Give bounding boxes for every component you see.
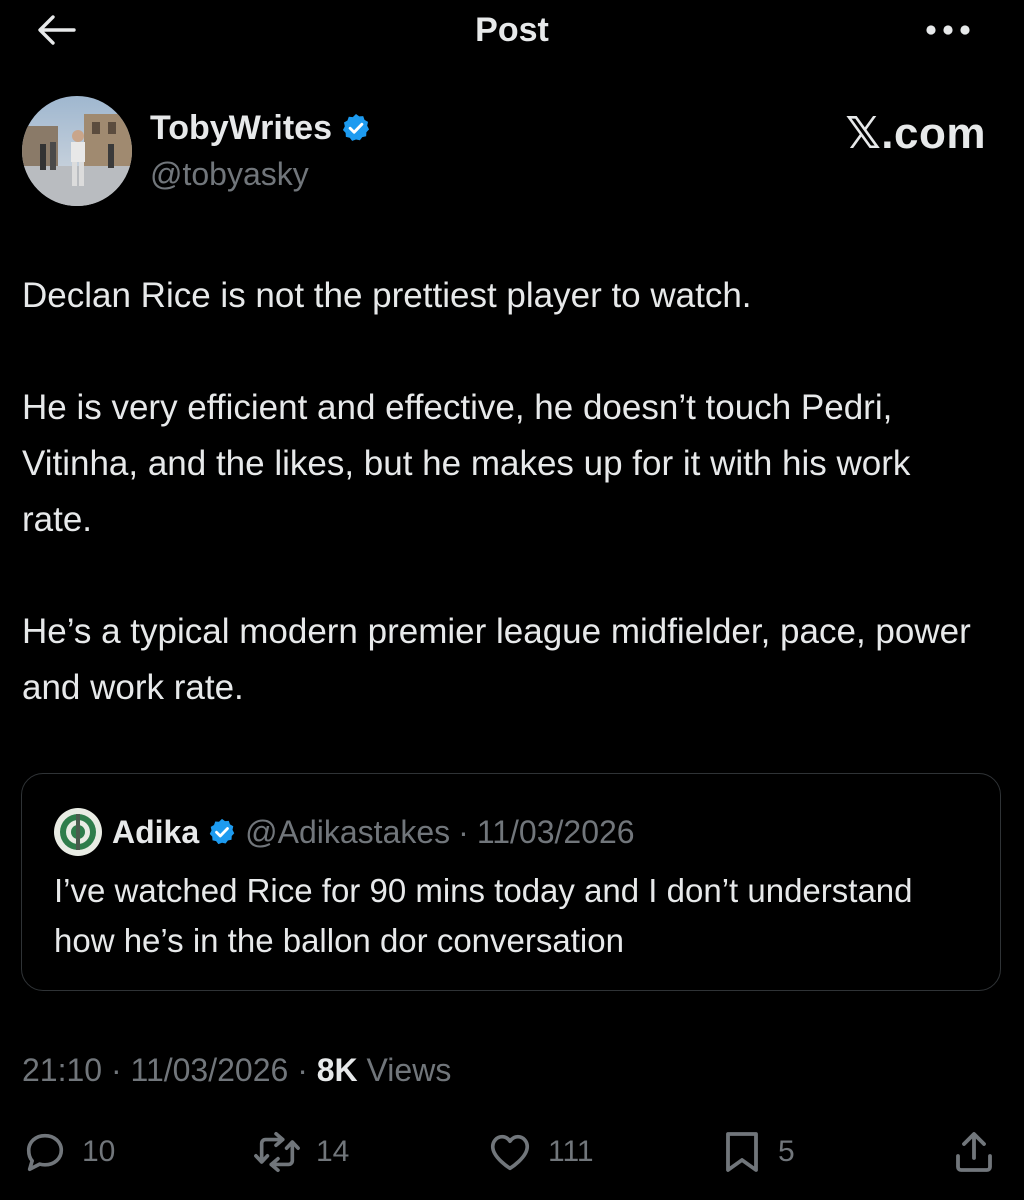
bookmark-icon [726,1132,758,1172]
meta-separator: · [110,1052,122,1088]
quote-separator: · [458,813,469,850]
more-options-button[interactable] [918,8,978,52]
quote-author-handle: @Adikastakes [245,813,451,850]
post-meta: 21:10 · 11/03/2026 · 8K Views [22,1046,451,1094]
views-label: Views [366,1052,452,1088]
author-handle[interactable]: @tobyasky [150,154,309,194]
post-date[interactable]: 11/03/2026 [131,1052,289,1088]
quote-avatar-image [54,808,102,856]
quote-text: I’ve watched Rice for 90 mins today and … [54,872,913,959]
quoted-post[interactable]: Adika @Adikastakes · 11/03/2026 I’ve watch… [21,773,1001,991]
repost-count: 14 [316,1135,350,1168]
like-icon [490,1134,530,1171]
meta-separator: · [297,1052,308,1088]
verified-badge-icon [342,114,370,141]
post-paragraph: He is very efficient and effective, he d… [22,388,911,539]
like-count: 111 [548,1135,594,1168]
quote-author-name: Adika [112,813,200,850]
post-paragraph: He’s a typical modern premier league mid… [22,612,971,707]
bookmark-button[interactable]: 5 [720,1124,795,1180]
more-horizontal-icon [926,25,970,35]
quote-header: Adika @Adikastakes · 11/03/2026 [112,806,635,858]
page-title: Post [475,11,549,49]
like-button[interactable]: 111 [486,1124,594,1180]
share-button[interactable] [950,1124,998,1180]
views-count: 8K [316,1052,358,1088]
avatar-photo [22,96,132,206]
quote-avatar[interactable] [54,808,102,856]
brand-watermark: 𝕏.com [845,109,986,158]
author-name[interactable]: TobyWrites [150,109,332,148]
verified-badge-icon [209,818,235,845]
reply-icon [26,1133,64,1172]
post-paragraph: Declan Rice is not the prettiest player … [22,276,752,315]
reply-count: 10 [82,1135,116,1168]
share-icon [956,1132,992,1172]
quote-date: 11/03/2026 [476,813,635,850]
post-text: Declan Rice is not the prettiest player … [22,268,982,772]
repost-icon [254,1131,300,1173]
reply-button[interactable]: 10 [22,1124,115,1180]
author-avatar[interactable] [22,96,132,206]
post-time[interactable]: 21:10 [22,1052,102,1088]
bookmark-count: 5 [778,1135,795,1168]
repost-button[interactable]: 14 [252,1124,349,1180]
author-name-row: TobyWrites [150,106,372,150]
